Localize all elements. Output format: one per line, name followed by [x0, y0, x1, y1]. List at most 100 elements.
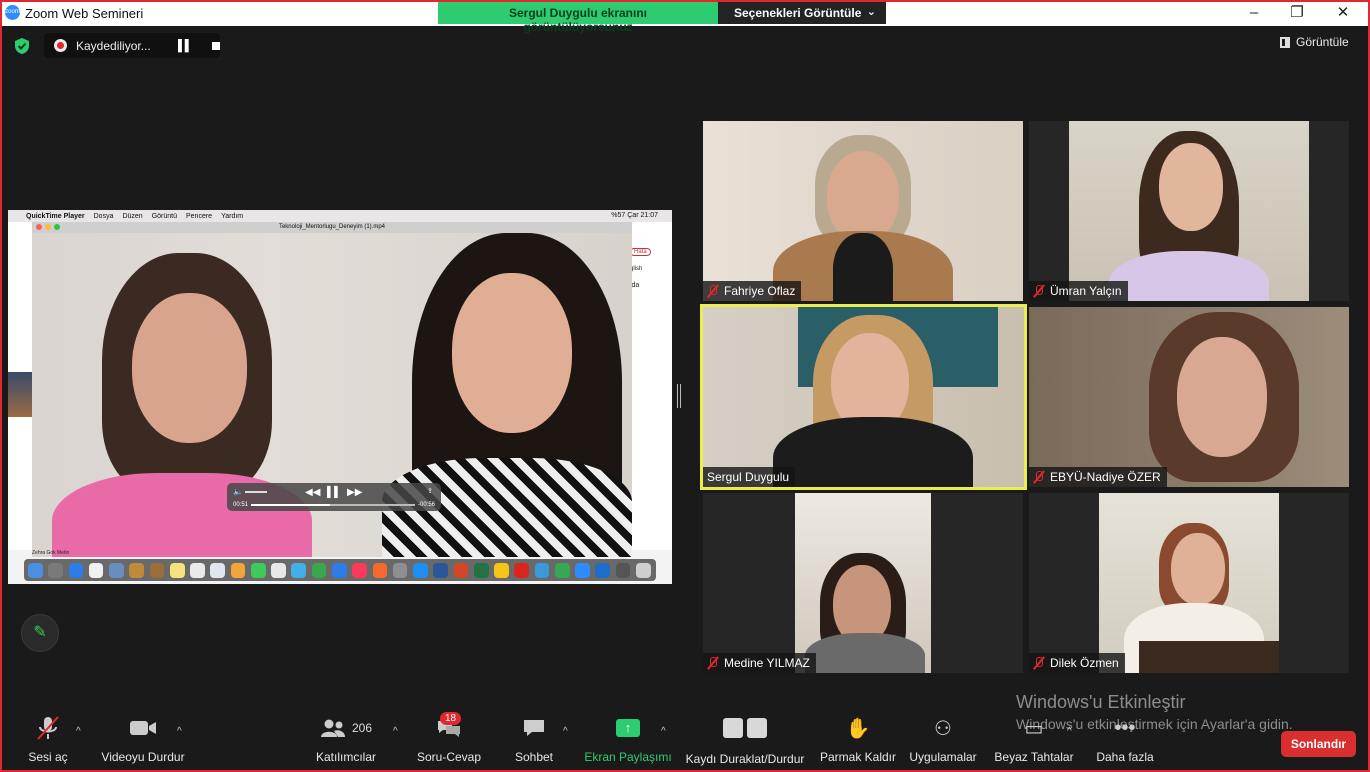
excel-icon [473, 562, 489, 578]
annotate-pen-icon[interactable]: ✎ [21, 614, 59, 652]
recording-indicator: Kaydediliyor... ▌▌ [44, 33, 220, 58]
more-button[interactable]: ••• Daha fazla [1092, 712, 1158, 770]
muted-mic-icon [1033, 656, 1045, 670]
video-tile[interactable]: Dilek Özmen [1029, 493, 1349, 673]
maps-icon [271, 562, 286, 578]
stop-video-label: Videoyu Durdur [101, 750, 185, 764]
meeting-toolbar: Sesi aç ^ Videoyu Durdur ^ 206 Katılımcı… [0, 712, 1370, 772]
whiteboard-chevron-icon[interactable]: ^ [1067, 726, 1072, 737]
end-meeting-button[interactable]: Sonlandır [1281, 731, 1356, 757]
shared-screen: QuickTime Player Dosya Düzen Görüntü Pen… [8, 210, 672, 584]
video-options-chevron-icon[interactable]: ^ [177, 726, 182, 737]
participant-video [703, 307, 1024, 487]
share-screen-icon: ↑ [584, 712, 672, 744]
apps-button[interactable]: ⚇ Uygulamalar [906, 712, 980, 770]
textedit-icon [190, 562, 205, 578]
chat-bubble-icon [509, 712, 559, 744]
pause-stop-recording-button[interactable]: Kaydı Duraklat/Durdur [682, 712, 808, 770]
facetime-icon [250, 562, 266, 578]
qa-button[interactable]: 18 Soru-Cevap [414, 712, 484, 770]
participants-chevron-icon[interactable]: ^ [393, 726, 398, 737]
video-frame: 🔈 ◀◀ ▌▌ ▶▶ ⇪ 00:51 -00:56 [32, 233, 632, 557]
share-icon[interactable]: ⇪ [427, 487, 433, 495]
audio-options-chevron-icon[interactable]: ^ [76, 726, 81, 737]
powerpoint-icon [453, 562, 469, 578]
participant-name-tag: Ümran Yalçın [1029, 281, 1128, 301]
security-shield-icon[interactable] [13, 37, 31, 55]
rewind-icon[interactable]: ◀◀ [305, 487, 320, 498]
notes-icon [129, 562, 144, 578]
stop-recording-icon[interactable] [211, 41, 220, 50]
person-right-face [452, 273, 572, 433]
downloads-icon [615, 562, 631, 578]
participant-name: Ümran Yalçın [1050, 284, 1122, 298]
stop-video-button[interactable]: Videoyu Durdur [96, 712, 190, 770]
chrome-icon [554, 562, 570, 578]
person-left-face [132, 293, 247, 443]
menubar-item: Görüntü [151, 212, 177, 220]
pause-recording-icon[interactable]: ▌▌ [178, 40, 193, 52]
split-resize-handle[interactable] [677, 384, 681, 408]
word-icon [433, 562, 448, 578]
raise-hand-button[interactable]: ✋ Parmak Kaldır [818, 712, 898, 770]
participant-name-tag: Sergul Duygulu [703, 467, 796, 487]
app-store-icon [413, 562, 428, 578]
player-controls: 🔈 ◀◀ ▌▌ ▶▶ ⇪ 00:51 -00:56 [227, 483, 441, 511]
stickies-icon [169, 562, 185, 578]
close-button[interactable]: ✕ [1320, 2, 1366, 24]
time-remaining: -00:56 [417, 502, 435, 508]
participants-icon: 206 [308, 712, 384, 744]
recording-status: Kaydediliyor... [76, 38, 151, 53]
chat-chevron-icon[interactable]: ^ [563, 726, 568, 737]
share-status-text: Sergul Duygulu ekranını görüntülüyorsunu… [438, 2, 718, 34]
menubar-item: Düzen [122, 212, 143, 220]
outlook-icon [494, 562, 509, 578]
playback-scrubber[interactable] [251, 504, 415, 506]
volume-slider[interactable] [245, 491, 267, 493]
video-tile[interactable]: EBYÜ-Nadiye ÖZER [1029, 307, 1349, 487]
acrobat-icon [514, 562, 530, 578]
chat-button[interactable]: Sohbet [509, 712, 559, 770]
view-button[interactable]: Görüntüle [1280, 35, 1349, 49]
video-camera-icon [96, 712, 190, 744]
messages-icon [291, 562, 307, 578]
view-options-button[interactable]: Seçenekleri Görüntüle ⌄ [718, 2, 886, 24]
screen-share-banner: Sergul Duygulu ekranını görüntülüyorsunu… [438, 2, 886, 34]
menubar-item: Dosya [93, 212, 114, 220]
participant-name-tag: EBYÜ-Nadiye ÖZER [1029, 467, 1167, 487]
unmute-button[interactable]: Sesi aç [22, 712, 74, 770]
share-screen-label: Ekran Paylaşımı [584, 750, 672, 764]
maximize-button[interactable]: ❐ [1274, 2, 1320, 24]
mac-dock [24, 559, 656, 581]
minimize-button[interactable]: – [1231, 2, 1277, 24]
video-tile[interactable]: Fahriye Oflaz [703, 121, 1023, 301]
menubar-item: Pencere [186, 212, 213, 220]
volume-icon[interactable]: 🔈 [233, 487, 243, 496]
participants-button[interactable]: 206 Katılımcılar [308, 712, 384, 770]
video-tile[interactable]: Ümran Yalçın [1029, 121, 1349, 301]
preview-icon [109, 562, 124, 578]
record-dot-icon [54, 39, 67, 52]
teams-icon [595, 562, 611, 578]
minimize-dot-icon [45, 224, 51, 230]
settings-icon [392, 562, 408, 578]
qa-chat-icon: 18 [414, 712, 484, 744]
share-options-chevron-icon[interactable]: ^ [661, 726, 666, 737]
whiteboard-button[interactable]: ▭ Beyaz Tahtalar [993, 712, 1075, 770]
muted-mic-icon [707, 284, 719, 298]
browser-error-badge: Hata [630, 248, 651, 256]
video-tile-active-speaker[interactable]: Sergul Duygulu [700, 304, 1027, 490]
share-screen-button[interactable]: ↑ Ekran Paylaşımı [584, 712, 672, 770]
playback-progress-fill [251, 504, 330, 506]
time-elapsed: 00:51 [233, 502, 249, 508]
pause-icon[interactable]: ▌▌ [327, 487, 341, 498]
participant-video [703, 121, 1023, 301]
fast-forward-icon[interactable]: ▶▶ [347, 487, 362, 498]
participant-name-tag: Fahriye Oflaz [703, 281, 802, 301]
video-tile[interactable]: Medine YILMAZ [703, 493, 1023, 673]
safari-icon [68, 562, 84, 578]
menubar-clock: %57 Çar 21:07 [611, 212, 658, 219]
menubar-app: QuickTime Player [26, 212, 85, 220]
launchpad-icon [48, 562, 63, 578]
participant-name-tag: Medine YILMAZ [703, 653, 816, 673]
